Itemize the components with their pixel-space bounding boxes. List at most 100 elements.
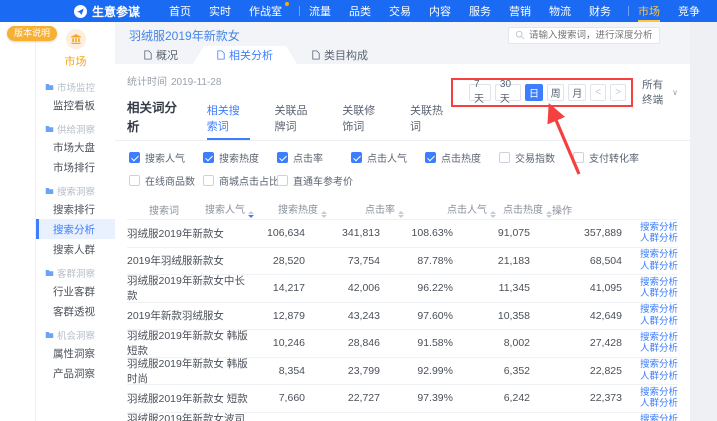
nav-item[interactable]: 内容 bbox=[420, 0, 460, 22]
crowd-analysis-link[interactable]: 人群分析 bbox=[640, 371, 678, 383]
metric-checkbox-item[interactable]: 直通车参考价 bbox=[277, 173, 351, 188]
word-tab[interactable]: 关联修饰词 bbox=[342, 102, 386, 140]
search-analysis-link[interactable]: 搜索分析 bbox=[640, 332, 678, 344]
cell-actions: 搜索分析 人群分析 bbox=[622, 359, 678, 382]
sidebar-item[interactable]: 市场排行 bbox=[36, 157, 115, 177]
nav-item[interactable]: 财务 bbox=[580, 0, 620, 22]
sidebar-item[interactable]: 客群透视 bbox=[36, 301, 115, 321]
metric-checkbox-item[interactable]: 搜索热度 bbox=[203, 150, 277, 165]
sidebar-item[interactable]: 搜索排行 bbox=[36, 199, 115, 219]
column-header[interactable]: 点击率 bbox=[327, 201, 404, 218]
nav-item[interactable]: 物流 bbox=[540, 0, 580, 22]
crowd-analysis-link[interactable]: 人群分析 bbox=[640, 288, 678, 300]
checkbox[interactable] bbox=[499, 152, 510, 163]
nav-item[interactable]: 营销 bbox=[500, 0, 540, 22]
sidebar-item[interactable]: 监控看板 bbox=[36, 95, 115, 115]
metric-label: 点击人气 bbox=[367, 150, 407, 165]
metric-checkbox-item[interactable]: 在线商品数 bbox=[129, 173, 203, 188]
nav-item[interactable]: 作战室 bbox=[240, 0, 291, 22]
metric-checkbox-item[interactable]: 交易指数 bbox=[499, 150, 573, 165]
metric-checkbox-item[interactable]: 商城点击占比 bbox=[203, 173, 277, 188]
date-range-button[interactable]: < bbox=[590, 84, 606, 101]
checkbox[interactable] bbox=[129, 175, 140, 186]
crowd-analysis-link[interactable]: 人群分析 bbox=[640, 398, 678, 410]
cell-keyword: 羽绒服2019年新款女 短款 bbox=[127, 391, 253, 406]
date-range-button[interactable]: 周 bbox=[547, 84, 565, 101]
checkbox[interactable] bbox=[351, 152, 362, 163]
nav-item[interactable]: 品类 bbox=[340, 0, 380, 22]
date-range-button[interactable]: > bbox=[610, 84, 626, 101]
sidebar-item[interactable]: 产品洞察 bbox=[36, 363, 115, 383]
crowd-analysis-link[interactable]: 人群分析 bbox=[640, 316, 678, 328]
column-header[interactable]: 搜索词 bbox=[127, 202, 179, 217]
word-tab[interactable]: 关联品牌词 bbox=[274, 102, 318, 140]
word-tab[interactable]: 关联热词 bbox=[410, 102, 445, 140]
metric-checkbox-item[interactable]: 点击率 bbox=[277, 150, 351, 165]
sidebar-item[interactable]: 市场监控 bbox=[36, 79, 115, 95]
page-tab-label: 概况 bbox=[156, 47, 178, 63]
sidebar-item[interactable]: 供给洞察 bbox=[36, 121, 115, 137]
checkbox[interactable] bbox=[203, 175, 214, 186]
search-analysis-link[interactable]: 搜索分析 bbox=[640, 277, 678, 289]
column-header[interactable]: 搜索人气 bbox=[179, 201, 254, 218]
date-range-button[interactable]: 日 bbox=[525, 84, 543, 101]
nav-item[interactable]: 交易 bbox=[380, 0, 420, 22]
search-analysis-link[interactable]: 搜索分析 bbox=[640, 304, 678, 316]
nav-item[interactable]: 流量 bbox=[300, 0, 340, 22]
date-range-button[interactable]: 30天 bbox=[495, 84, 521, 101]
sidebar-item[interactable]: 机会洞察 bbox=[36, 327, 115, 343]
search-box[interactable] bbox=[508, 27, 660, 44]
terminal-dropdown[interactable]: 所有终端 ∨ bbox=[642, 77, 678, 107]
nav-item[interactable]: 首页 bbox=[160, 0, 200, 22]
metric-checkbox-item[interactable]: 点击人气 bbox=[351, 150, 425, 165]
search-input[interactable] bbox=[529, 30, 653, 41]
sidebar-item[interactable]: 属性洞察 bbox=[36, 343, 115, 363]
metric-checkbox-item[interactable]: 搜索人气 bbox=[129, 150, 203, 165]
column-header-label: 操作 bbox=[552, 206, 572, 217]
sidebar-item[interactable]: 搜索人群 bbox=[36, 239, 115, 259]
sidebar-item[interactable]: 搜索洞察 bbox=[36, 183, 115, 199]
sidebar-item[interactable]: 客群洞察 bbox=[36, 265, 115, 281]
brand[interactable]: 生意参谋 bbox=[74, 3, 140, 20]
page-tab[interactable]: 概况 bbox=[129, 46, 193, 64]
nav-item[interactable]: 实时 bbox=[200, 0, 240, 22]
date-range-button[interactable]: 7天 bbox=[469, 84, 491, 101]
search-analysis-link[interactable]: 搜索分析 bbox=[640, 387, 678, 399]
crowd-analysis-link[interactable]: 人群分析 bbox=[640, 343, 678, 355]
page-tab[interactable]: 相关分析 bbox=[193, 46, 297, 64]
column-header[interactable]: 操作 bbox=[552, 202, 572, 217]
stat-time-value: 2019-11-28 bbox=[171, 77, 221, 88]
checkbox[interactable] bbox=[129, 152, 140, 163]
column-header[interactable]: 点击热度 bbox=[496, 201, 552, 218]
word-tab[interactable]: 相关搜索词 bbox=[207, 102, 251, 140]
date-range-button[interactable]: 月 bbox=[568, 84, 586, 101]
nav-item-label: 品类 bbox=[349, 3, 371, 19]
column-header[interactable]: 搜索热度 bbox=[254, 201, 327, 218]
checkbox[interactable] bbox=[277, 175, 288, 186]
column-header[interactable]: 点击人气 bbox=[404, 201, 496, 218]
crowd-analysis-link[interactable]: 人群分析 bbox=[640, 233, 678, 245]
search-analysis-link[interactable]: 搜索分析 bbox=[640, 222, 678, 234]
sidebar-item[interactable]: 市场大盘 bbox=[36, 137, 115, 157]
nav-item[interactable]: 竞争 bbox=[669, 0, 709, 22]
checkbox[interactable] bbox=[573, 152, 584, 163]
crowd-analysis-link[interactable]: 人群分析 bbox=[640, 261, 678, 273]
column-header-label: 搜索热度 bbox=[278, 205, 318, 216]
sidebar-item-label: 属性洞察 bbox=[53, 346, 95, 361]
search-analysis-link[interactable]: 搜索分析 bbox=[640, 414, 678, 421]
checkbox[interactable] bbox=[203, 152, 214, 163]
checkbox[interactable] bbox=[277, 152, 288, 163]
version-tag-button[interactable]: 版本说明 bbox=[7, 26, 57, 41]
folder-icon bbox=[45, 83, 54, 91]
nav-item[interactable]: 市场 bbox=[629, 0, 669, 22]
search-analysis-link[interactable]: 搜索分析 bbox=[640, 359, 678, 371]
sidebar-item[interactable]: 行业客群 bbox=[36, 281, 115, 301]
metric-checkbox-item[interactable]: 点击热度 bbox=[425, 150, 499, 165]
checkbox[interactable] bbox=[425, 152, 436, 163]
nav-item[interactable]: 服务 bbox=[460, 0, 500, 22]
sidebar-item[interactable]: 搜索分析 bbox=[36, 219, 115, 239]
search-analysis-link[interactable]: 搜索分析 bbox=[640, 249, 678, 261]
word-tabs: 相关搜索词 关联品牌词 关联修饰词 bbox=[207, 102, 469, 140]
page-tab[interactable]: 类目构成 bbox=[297, 46, 383, 64]
metric-checkbox-item[interactable]: 支付转化率 bbox=[573, 150, 647, 165]
